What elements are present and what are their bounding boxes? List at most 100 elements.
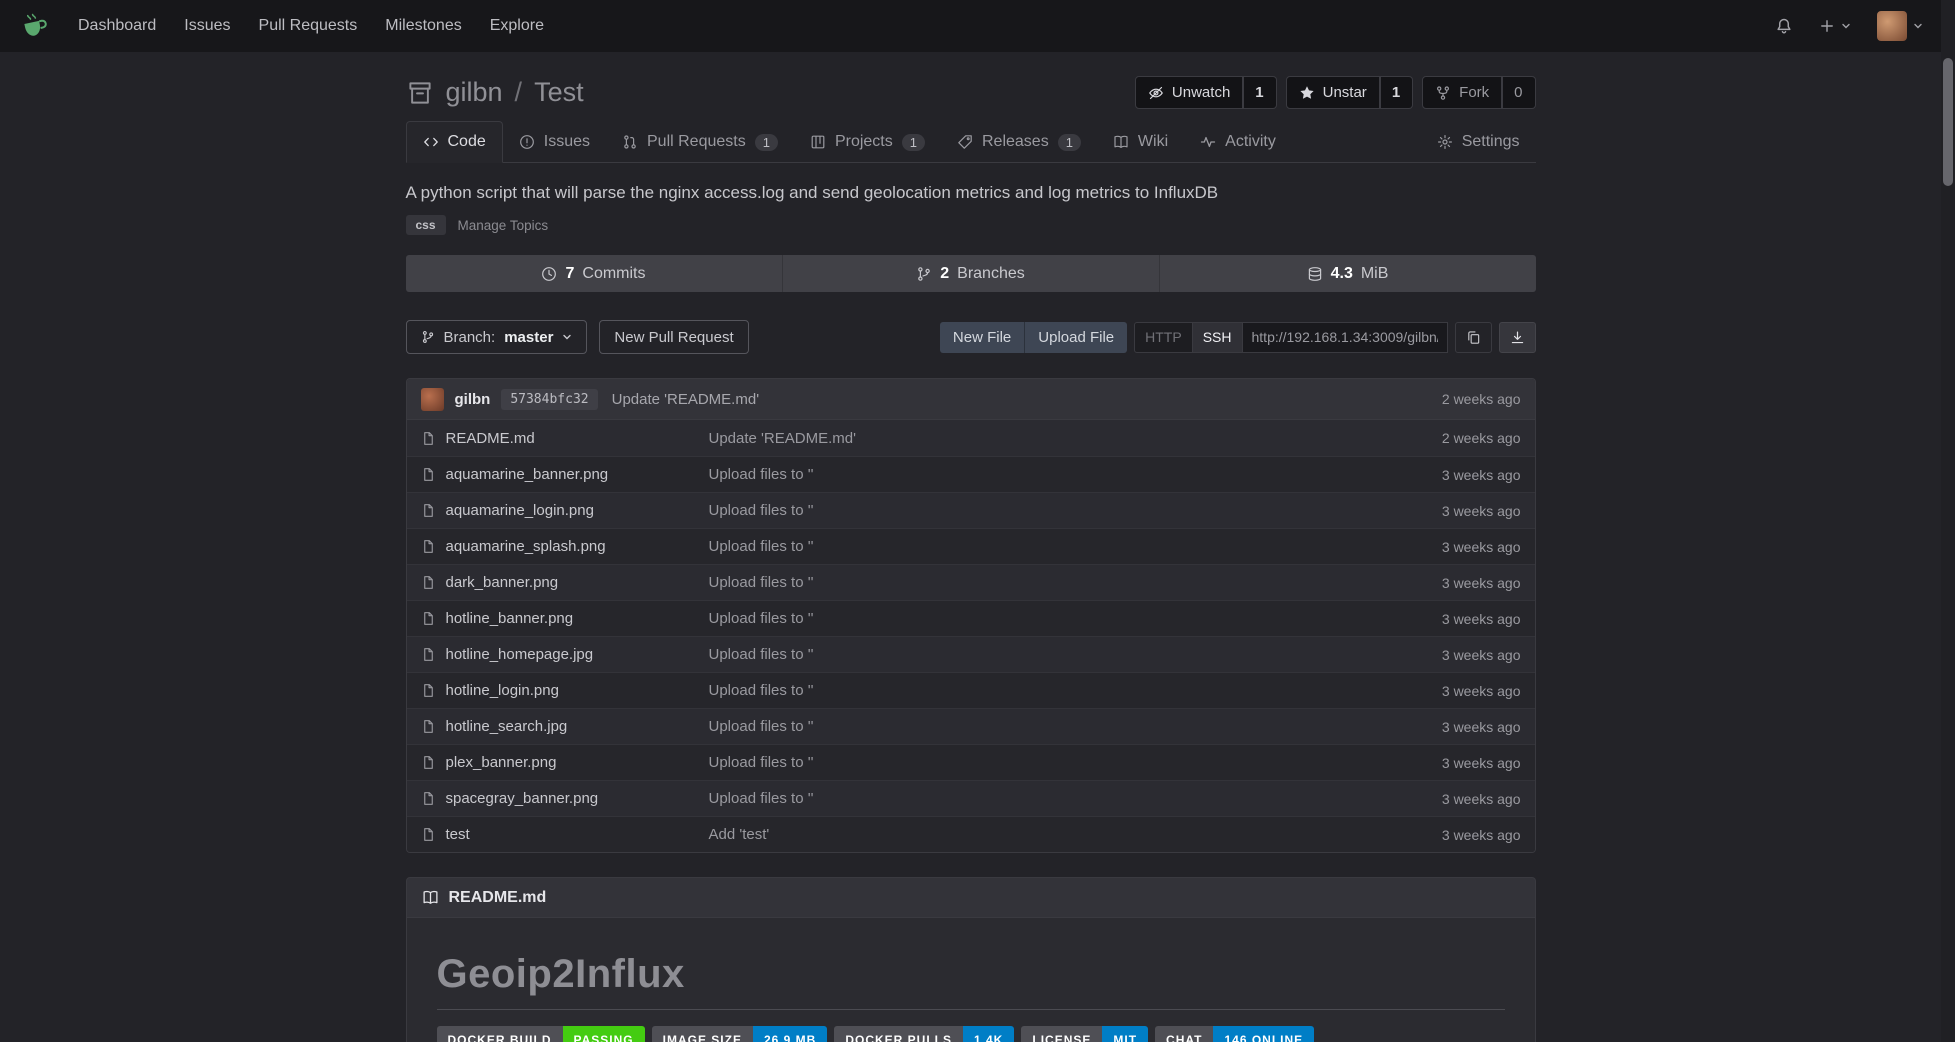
navbar-link[interactable]: Explore <box>476 0 558 52</box>
http-toggle[interactable]: HTTP <box>1134 322 1193 353</box>
badge-value: PASSING <box>563 1026 645 1042</box>
file-name-link[interactable]: dark_banner.png <box>446 574 559 591</box>
unwatch-group: Unwatch 1 <box>1135 76 1277 109</box>
forks-count[interactable]: 0 <box>1502 76 1535 109</box>
file-name-link[interactable]: plex_banner.png <box>446 754 557 771</box>
file-commit-time: 3 weeks ago <box>1442 575 1521 591</box>
download-button[interactable] <box>1499 322 1536 353</box>
file-name-link[interactable]: aquamarine_banner.png <box>446 466 609 483</box>
repo-owner-link[interactable]: gilbn <box>446 77 503 108</box>
unstar-button[interactable]: Unstar <box>1286 76 1380 109</box>
fork-group: Fork 0 <box>1422 76 1535 109</box>
readme-body: Geoip2Influx DOCKER BUILD PASSING IMAGE … <box>406 918 1536 1042</box>
file-commit-message-link[interactable]: Upload files to '' <box>709 790 1442 807</box>
file-commit-message-link[interactable]: Upload files to '' <box>709 682 1442 699</box>
file-commit-message-link[interactable]: Upload files to '' <box>709 538 1442 555</box>
file-commit-message-link[interactable]: Upload files to '' <box>709 466 1442 483</box>
tab-issues[interactable]: Issues <box>503 122 606 162</box>
file-commit-message-link[interactable]: Upload files to '' <box>709 502 1442 519</box>
file-commit-time: 3 weeks ago <box>1442 503 1521 519</box>
badge-value: 1.4K <box>963 1026 1014 1042</box>
commit-author-link[interactable]: gilbn <box>455 391 491 408</box>
file-name-link[interactable]: hotline_homepage.jpg <box>446 646 594 663</box>
latest-commit-row: gilbn 57384bfc32 Update 'README.md' 2 we… <box>407 379 1535 420</box>
navbar-links: Dashboard Issues Pull Requests Milestone… <box>64 0 558 52</box>
tab-wiki[interactable]: Wiki <box>1097 122 1184 162</box>
badge-label: DOCKER BUILD <box>437 1026 563 1042</box>
commit-hash-link[interactable]: 57384bfc32 <box>501 389 597 410</box>
commits-stat[interactable]: 7 Commits <box>406 255 782 292</box>
new-pull-request-button[interactable]: New Pull Request <box>599 320 748 354</box>
fork-button[interactable]: Fork <box>1422 76 1502 109</box>
file-name-link[interactable]: test <box>446 826 470 843</box>
file-icon <box>421 431 436 446</box>
file-name-cell: plex_banner.png <box>421 754 709 771</box>
gitea-logo-icon[interactable] <box>18 10 50 42</box>
file-icon <box>421 683 436 698</box>
tab-activity[interactable]: Activity <box>1184 122 1292 162</box>
manage-topics-link[interactable]: Manage Topics <box>458 218 549 233</box>
shield-badge[interactable]: LICENSE MIT <box>1021 1026 1148 1042</box>
star-icon <box>1299 85 1315 101</box>
tab-count-badge: 1 <box>755 134 778 151</box>
badge-label: IMAGE SIZE <box>652 1026 753 1042</box>
shield-badge[interactable]: IMAGE SIZE 26.9 MB <box>652 1026 828 1042</box>
file-commit-message-link[interactable]: Add 'test' <box>709 826 1442 843</box>
file-commit-message-link[interactable]: Upload files to '' <box>709 646 1442 663</box>
tab-projects[interactable]: Projects 1 <box>794 122 941 162</box>
new-file-button[interactable]: New File <box>940 322 1025 353</box>
copy-url-button[interactable] <box>1455 322 1492 353</box>
repo-icon <box>406 79 434 107</box>
file-name-link[interactable]: aquamarine_login.png <box>446 502 594 519</box>
unstar-group: Unstar 1 <box>1286 76 1414 109</box>
file-name-cell: hotline_homepage.jpg <box>421 646 709 663</box>
file-commit-message-link[interactable]: Upload files to '' <box>709 718 1442 735</box>
file-name-cell: hotline_banner.png <box>421 610 709 627</box>
file-commit-message-link[interactable]: Upload files to '' <box>709 754 1442 771</box>
file-name-link[interactable]: README.md <box>446 430 535 447</box>
tab-pull-requests[interactable]: Pull Requests 1 <box>606 122 794 162</box>
file-icon <box>421 503 436 518</box>
file-name-link[interactable]: hotline_login.png <box>446 682 559 699</box>
ssh-toggle[interactable]: SSH <box>1193 322 1243 353</box>
file-commit-message-link[interactable]: Upload files to '' <box>709 574 1442 591</box>
clone-url-input[interactable] <box>1243 322 1448 353</box>
shield-badge[interactable]: DOCKER PULLS 1.4K <box>834 1026 1014 1042</box>
navbar-link[interactable]: Milestones <box>371 0 475 52</box>
navbar-link[interactable]: Pull Requests <box>245 0 372 52</box>
upload-file-button[interactable]: Upload File <box>1025 322 1127 353</box>
file-commit-message-link[interactable]: Upload files to '' <box>709 610 1442 627</box>
file-commit-time: 3 weeks ago <box>1442 611 1521 627</box>
badge-label: LICENSE <box>1021 1026 1102 1042</box>
file-name-link[interactable]: aquamarine_splash.png <box>446 538 606 555</box>
create-new-button[interactable] <box>1819 18 1851 34</box>
issue-icon <box>519 134 535 150</box>
scrollbar-thumb[interactable] <box>1943 58 1953 186</box>
gear-icon <box>1437 134 1453 150</box>
branch-dropdown[interactable]: Branch: master <box>406 320 588 354</box>
tab-settings[interactable]: Settings <box>1421 122 1536 162</box>
eye-off-icon <box>1148 85 1164 101</box>
tab-releases[interactable]: Releases 1 <box>941 122 1097 162</box>
notifications-button[interactable] <box>1775 17 1793 35</box>
unwatch-button[interactable]: Unwatch <box>1135 76 1243 109</box>
branches-stat[interactable]: 2 Branches <box>782 255 1159 292</box>
shield-badge[interactable]: CHAT 146 ONLINE <box>1155 1026 1314 1042</box>
navbar-link[interactable]: Issues <box>170 0 244 52</box>
file-icon <box>421 647 436 662</box>
file-name-link[interactable]: hotline_search.jpg <box>446 718 568 735</box>
file-name-link[interactable]: spacegray_banner.png <box>446 790 599 807</box>
file-commit-time: 3 weeks ago <box>1442 647 1521 663</box>
repo-tabs: Code Issues Pull Requests 1 Projects 1 R… <box>406 121 1536 163</box>
user-menu[interactable] <box>1877 11 1923 41</box>
commit-message-link[interactable]: Update 'README.md' <box>612 391 759 408</box>
shield-badge[interactable]: DOCKER BUILD PASSING <box>437 1026 645 1042</box>
watchers-count[interactable]: 1 <box>1243 76 1276 109</box>
file-commit-message-link[interactable]: Update 'README.md' <box>709 430 1442 447</box>
stars-count[interactable]: 1 <box>1380 76 1413 109</box>
file-name-link[interactable]: hotline_banner.png <box>446 610 574 627</box>
repo-stats-bar: 7 Commits 2 Branches 4.3 MiB <box>406 255 1536 292</box>
tab-code[interactable]: Code <box>406 121 503 163</box>
repo-name-link[interactable]: Test <box>534 77 584 108</box>
navbar-link[interactable]: Dashboard <box>64 0 170 52</box>
